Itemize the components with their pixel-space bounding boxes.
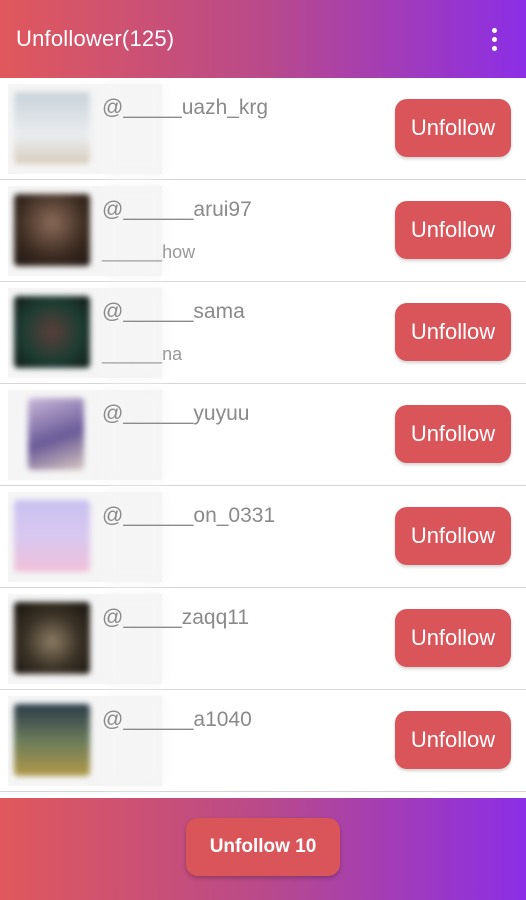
list-item: @______sama ______na Unfollow — [0, 282, 526, 384]
username: @_____zaqq11 — [102, 606, 250, 629]
username: @______yuyuu — [102, 402, 250, 425]
unfollow-button[interactable]: Unfollow — [395, 609, 511, 667]
unfollow-button[interactable]: Unfollow — [395, 507, 511, 565]
unfollow-button[interactable]: Unfollow — [395, 99, 511, 157]
unfollow-button[interactable]: Unfollow — [395, 711, 511, 769]
list-item: @______on_0331 Unfollow — [0, 486, 526, 588]
display-name: ______how — [102, 242, 196, 262]
unfollow-button[interactable]: Unfollow — [395, 405, 511, 463]
avatar[interactable] — [14, 92, 90, 164]
list-item: @______yuyuu Unfollow — [0, 384, 526, 486]
avatar[interactable] — [14, 194, 90, 266]
list-item: @_____uazh_krg Unfollow — [0, 78, 526, 180]
unfollow-batch-button[interactable]: Unfollow 10 — [186, 818, 340, 876]
display-name: ______na — [102, 344, 183, 364]
more-vert-icon[interactable] — [476, 19, 512, 59]
avatar[interactable] — [14, 602, 90, 674]
username: @______sama — [102, 300, 245, 323]
unfollow-button[interactable]: Unfollow — [395, 201, 511, 259]
bottom-bar: Unfollow 10 — [0, 798, 526, 900]
list-item: @______arui97 ______how Unfollow — [0, 180, 526, 282]
avatar[interactable] — [14, 500, 90, 572]
username: @______on_0331 — [102, 504, 276, 527]
avatar[interactable] — [28, 398, 84, 470]
username: @______arui97 — [102, 198, 252, 221]
app-bar: Unfollower(125) — [0, 0, 526, 78]
list-item: @______a1040 Unfollow — [0, 690, 526, 792]
unfollow-button[interactable]: Unfollow — [395, 303, 511, 361]
username: @______a1040 — [102, 708, 252, 731]
avatar[interactable] — [14, 296, 90, 368]
unfollower-list[interactable]: @_____uazh_krg Unfollow @______arui97 __… — [0, 78, 526, 798]
list-item: @_____zaqq11 Unfollow — [0, 588, 526, 690]
avatar[interactable] — [14, 704, 90, 776]
page-title: Unfollower(125) — [16, 26, 175, 51]
username: @_____uazh_krg — [102, 96, 269, 119]
